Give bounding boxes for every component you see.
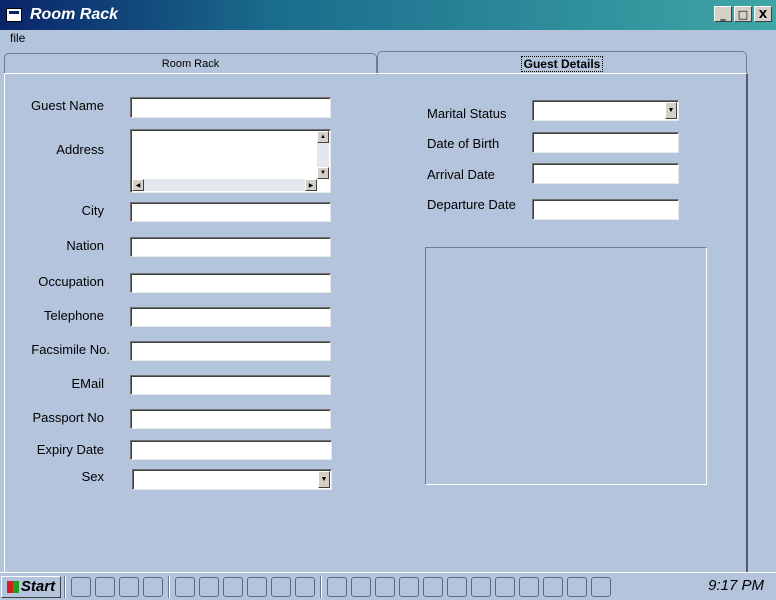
address-textarea[interactable]: ▲ ▼ ◀ ▶ <box>130 129 331 193</box>
scroll-down-icon[interactable]: ▼ <box>317 167 329 179</box>
address-vertical-scrollbar[interactable]: ▲ ▼ <box>317 131 329 179</box>
scroll-left-icon[interactable]: ◀ <box>132 179 144 191</box>
guest-photo-frame <box>425 247 707 485</box>
tab-guest-details[interactable]: Guest Details <box>377 51 747 75</box>
telephone-label: Telephone <box>44 308 104 323</box>
start-label: Start <box>20 578 56 595</box>
expiry-date-label: Expiry Date <box>36 442 104 457</box>
expiry-date-input[interactable] <box>130 440 332 460</box>
nation-input[interactable] <box>130 237 331 257</box>
marital-status-label: Marital Status <box>427 106 507 121</box>
chevron-down-icon[interactable]: ▼ <box>665 102 677 119</box>
system-tray-icon[interactable] <box>519 576 539 597</box>
system-tray-icon[interactable] <box>495 576 515 597</box>
facsimile-label: Facsimile No. <box>31 342 110 357</box>
window-controls: _ □ X <box>714 6 772 22</box>
telephone-input[interactable] <box>130 307 331 327</box>
tab-guest-details-label: Guest Details <box>520 55 604 72</box>
taskbar-separator <box>320 575 322 598</box>
scroll-up-icon[interactable]: ▲ <box>317 131 329 143</box>
sex-select[interactable]: ▼ <box>132 469 332 490</box>
departure-date-input[interactable] <box>532 199 679 220</box>
taskbar-app-icon[interactable] <box>175 576 195 597</box>
taskbar: Start 9:17 PM <box>0 572 776 600</box>
taskbar-app-icon[interactable] <box>199 576 219 597</box>
city-label: City <box>81 203 104 218</box>
taskbar-app-icon[interactable] <box>271 576 291 597</box>
system-tray-icon[interactable] <box>375 576 395 597</box>
nation-label: Nation <box>66 238 104 253</box>
marital-status-select[interactable]: ▼ <box>532 100 679 121</box>
tab-room-rack[interactable]: Room Rack <box>4 53 377 73</box>
arrival-date-label: Arrival Date <box>427 167 495 182</box>
taskbar-separator <box>64 575 66 598</box>
system-tray-icon[interactable] <box>447 576 467 597</box>
system-tray-icon[interactable] <box>567 576 587 597</box>
system-tray-icon[interactable] <box>543 576 563 597</box>
passport-label: Passport No <box>32 410 104 425</box>
date-of-birth-label: Date of Birth <box>427 136 500 151</box>
scroll-right-icon[interactable]: ▶ <box>305 179 317 191</box>
address-label: Address <box>56 142 104 157</box>
system-tray-icon[interactable] <box>327 576 347 597</box>
quick-launch-icon[interactable] <box>71 576 91 597</box>
close-button[interactable]: X <box>754 6 772 22</box>
city-input[interactable] <box>130 202 331 222</box>
quick-launch-icon[interactable] <box>95 576 115 597</box>
windows-logo-icon <box>6 580 19 593</box>
title-bar: Room Rack _ □ X <box>0 0 776 30</box>
date-of-birth-input[interactable] <box>532 132 679 153</box>
system-tray-icon[interactable] <box>591 576 611 597</box>
clock[interactable]: 9:17 PM <box>708 577 764 594</box>
facsimile-input[interactable] <box>130 341 331 361</box>
maximize-button[interactable]: □ <box>734 6 752 22</box>
start-button[interactable]: Start <box>1 575 61 598</box>
system-tray-icon[interactable] <box>351 576 371 597</box>
email-input[interactable] <box>130 375 331 395</box>
minimize-button[interactable]: _ <box>714 6 732 22</box>
menu-bar: file <box>0 30 776 48</box>
taskbar-separator <box>168 575 170 598</box>
occupation-label: Occupation <box>38 274 104 289</box>
passport-input[interactable] <box>130 409 331 429</box>
taskbar-app-icon[interactable] <box>295 576 315 597</box>
sex-label: Sex <box>81 469 104 484</box>
email-label: EMail <box>71 376 104 391</box>
departure-date-label: Departure Date <box>427 197 516 212</box>
system-tray-icon[interactable] <box>399 576 419 597</box>
system-tray-icon[interactable] <box>471 576 491 597</box>
address-horizontal-scrollbar[interactable]: ◀ ▶ <box>132 179 317 191</box>
quick-launch-icon[interactable] <box>143 576 163 597</box>
taskbar-app-icon[interactable] <box>223 576 243 597</box>
chevron-down-icon[interactable]: ▼ <box>318 471 330 488</box>
occupation-input[interactable] <box>130 273 331 293</box>
arrival-date-input[interactable] <box>532 163 679 184</box>
window-title: Room Rack <box>30 6 119 23</box>
menu-file[interactable]: file <box>10 31 25 45</box>
taskbar-app-icon[interactable] <box>247 576 267 597</box>
quick-launch-icon[interactable] <box>119 576 139 597</box>
guest-name-label: Guest Name <box>31 98 104 113</box>
system-tray-icon[interactable] <box>423 576 443 597</box>
guest-name-input[interactable] <box>130 97 331 118</box>
app-icon[interactable] <box>6 8 22 22</box>
